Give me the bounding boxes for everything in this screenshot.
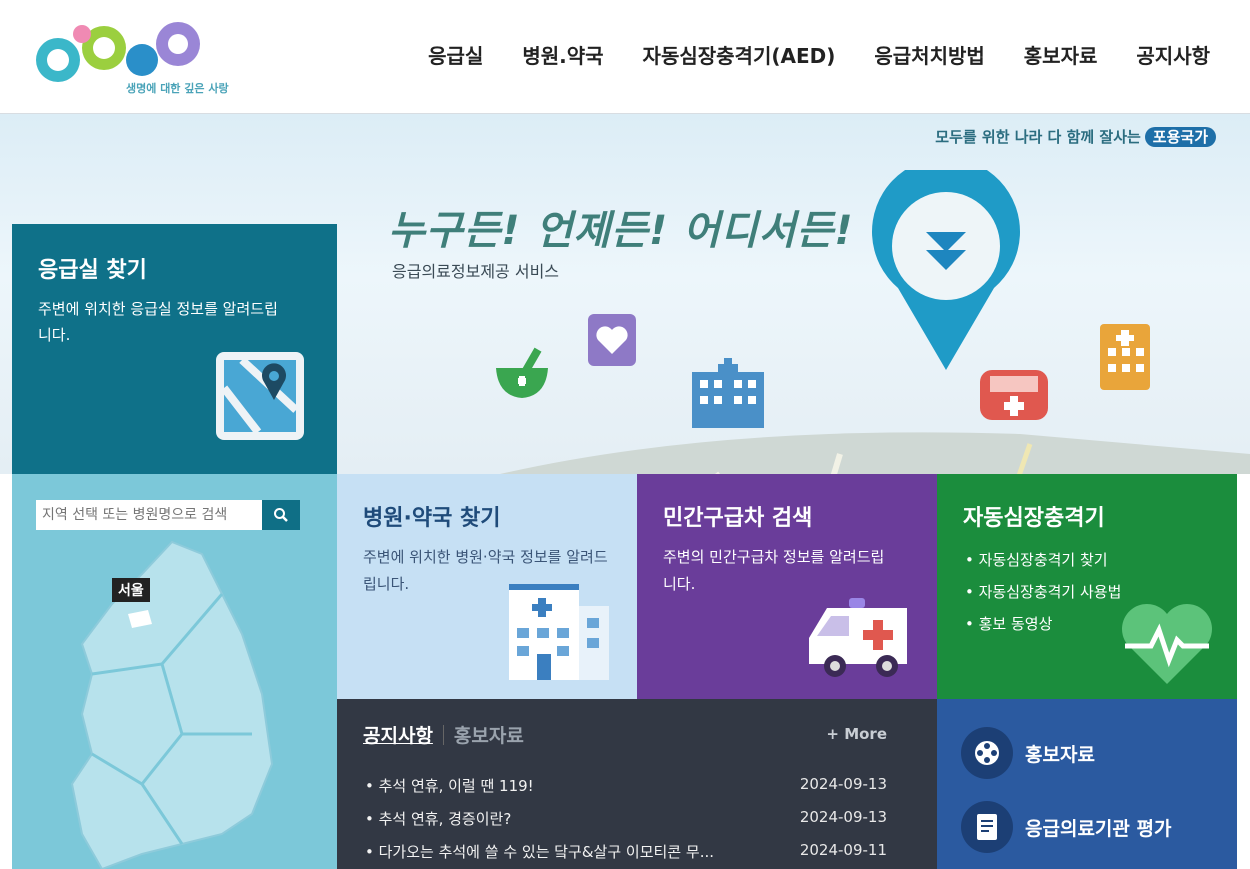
hospital-pharmacy-tile[interactable]: 병원·약국 찾기 주변에 위치한 병원·약국 정보를 알려드립니다. — [337, 474, 637, 699]
notice-title[interactable]: • 다가오는 추석에 쓸 수 있는 닼구&살구 이모티콘 무... — [365, 841, 775, 869]
nav-hospital-pharmacy[interactable]: 병원.약국 — [522, 40, 603, 69]
hero-title: 누구든! 언제든! 어디서든! — [388, 208, 854, 254]
pharmacy-mortar-icon — [496, 347, 548, 398]
tab-notices[interactable]: 공지사항 — [363, 721, 433, 748]
seoul-region-label[interactable]: 서울 — [112, 578, 150, 602]
hospital-icon — [509, 584, 609, 680]
hero-city-map-image — [500, 432, 1250, 474]
slogan-badge: 포용국가 — [1144, 127, 1216, 147]
clinic-building-icon — [1100, 324, 1150, 390]
list-item[interactable]: • 추석 연휴, 경증이란? 2024-09-13 — [365, 808, 887, 841]
location-pin-icon — [872, 170, 1020, 370]
list-item[interactable]: • 추석 연휴, 이럴 땐 119! 2024-09-13 — [365, 775, 887, 808]
search-button[interactable] — [262, 500, 300, 530]
nav-notices[interactable]: 공지사항 — [1136, 40, 1210, 69]
film-reel-icon — [961, 727, 1013, 779]
hospital-tile-title: 병원·약국 찾기 — [363, 506, 501, 531]
quick-links-panel: 홍보자료 응급의료기관 평가 — [937, 699, 1237, 869]
notice-board: 공지사항 홍보자료 + More • 추석 연휴, 이럴 땐 119! 2024… — [337, 699, 937, 869]
region-search-input[interactable] — [36, 500, 262, 530]
map-pin-icon — [216, 352, 304, 440]
ambulance-tile-desc: 주변의 민간구급차 정보를 알려드립니다. — [663, 548, 885, 593]
logo-graphic — [36, 22, 200, 82]
tab-promotion[interactable]: 홍보자료 — [454, 721, 524, 748]
er-panel-desc: 주변에 위치한 응급실 정보를 알려드립니다. — [38, 300, 278, 344]
notice-title[interactable]: • 추석 연휴, 이럴 땐 119! — [365, 775, 775, 808]
hero-subtitle: 응급의료정보제공 서비스 — [392, 262, 560, 281]
nav-promotion[interactable]: 홍보자료 — [1024, 40, 1098, 69]
hospital-building-icon — [692, 358, 764, 428]
ambulance-front-icon — [980, 370, 1048, 420]
nav-aed[interactable]: 자동심장충격기(AED) — [643, 40, 836, 69]
notice-tabs: 공지사항 홍보자료 — [363, 721, 524, 748]
ambulance-icon — [809, 598, 907, 677]
notice-date: 2024-09-13 — [799, 775, 887, 793]
region-map-panel: 서울 — [12, 474, 337, 869]
aed-tile-title: 자동심장충격기 — [963, 506, 1105, 531]
aed-links: • 자동심장충격기 찾기 • 자동심장충격기 사용법 • 홍보 동영상 — [965, 544, 1121, 640]
notice-date: 2024-09-11 — [799, 841, 887, 859]
aed-heart-icon — [588, 314, 636, 366]
facility-evaluation-label: 응급의료기관 평가 — [1025, 817, 1172, 840]
search-icon — [274, 508, 288, 522]
er-finder-panel[interactable]: 응급실 찾기 주변에 위치한 응급실 정보를 알려드립니다. — [12, 224, 337, 474]
aed-video-link[interactable]: • 홍보 동영상 — [965, 608, 1121, 640]
logo-tagline: 생명에 대한 깊은 사랑 — [126, 82, 229, 95]
list-item[interactable]: • 다가오는 추석에 쓸 수 있는 닼구&살구 이모티콘 무... 2024-0… — [365, 841, 887, 869]
notice-list: • 추석 연휴, 이럴 땐 119! 2024-09-13 • 추석 연휴, 경… — [365, 775, 887, 869]
egen-logo[interactable]: 생명에 대한 깊은 사랑 — [34, 18, 229, 102]
nav-first-aid[interactable]: 응급처치방법 — [874, 40, 984, 69]
main-nav: 응급실 병원.약국 자동심장충격기(AED) 응급처치방법 홍보자료 공지사항 — [428, 40, 1210, 69]
heart-pulse-icon — [1122, 604, 1212, 684]
nav-er[interactable]: 응급실 — [428, 40, 483, 69]
site-header: 생명에 대한 깊은 사랑 응급실 병원.약국 자동심장충격기(AED) 응급처치… — [0, 0, 1250, 114]
private-ambulance-tile[interactable]: 민간구급차 검색 주변의 민간구급차 정보를 알려드립니다. — [637, 474, 937, 699]
promo-materials-label: 홍보자료 — [1025, 743, 1095, 766]
more-link[interactable]: + More — [826, 725, 887, 743]
er-panel-title: 응급실 찾기 — [38, 258, 147, 283]
facility-evaluation-link[interactable]: 응급의료기관 평가 — [961, 801, 1171, 853]
ambulance-tile-title: 민간구급차 검색 — [663, 506, 813, 531]
aed-tile[interactable]: 자동심장충격기 • 자동심장충격기 찾기 • 자동심장충격기 사용법 • 홍보 … — [937, 474, 1237, 699]
korea-map-image[interactable] — [52, 534, 292, 869]
slogan-text: 모두를 위한 나라 다 함께 잘사는 — [935, 128, 1141, 146]
notice-title[interactable]: • 추석 연휴, 경증이란? — [365, 808, 775, 841]
evaluation-document-icon — [961, 801, 1013, 853]
aed-howto-link[interactable]: • 자동심장충격기 사용법 — [965, 576, 1121, 608]
aed-find-link[interactable]: • 자동심장충격기 찾기 — [965, 544, 1121, 576]
tab-divider — [442, 724, 444, 745]
promo-materials-link[interactable]: 홍보자료 — [961, 727, 1095, 779]
notice-date: 2024-09-13 — [799, 808, 887, 826]
national-slogan: 모두를 위한 나라 다 함께 잘사는 포용국가 — [935, 126, 1216, 147]
